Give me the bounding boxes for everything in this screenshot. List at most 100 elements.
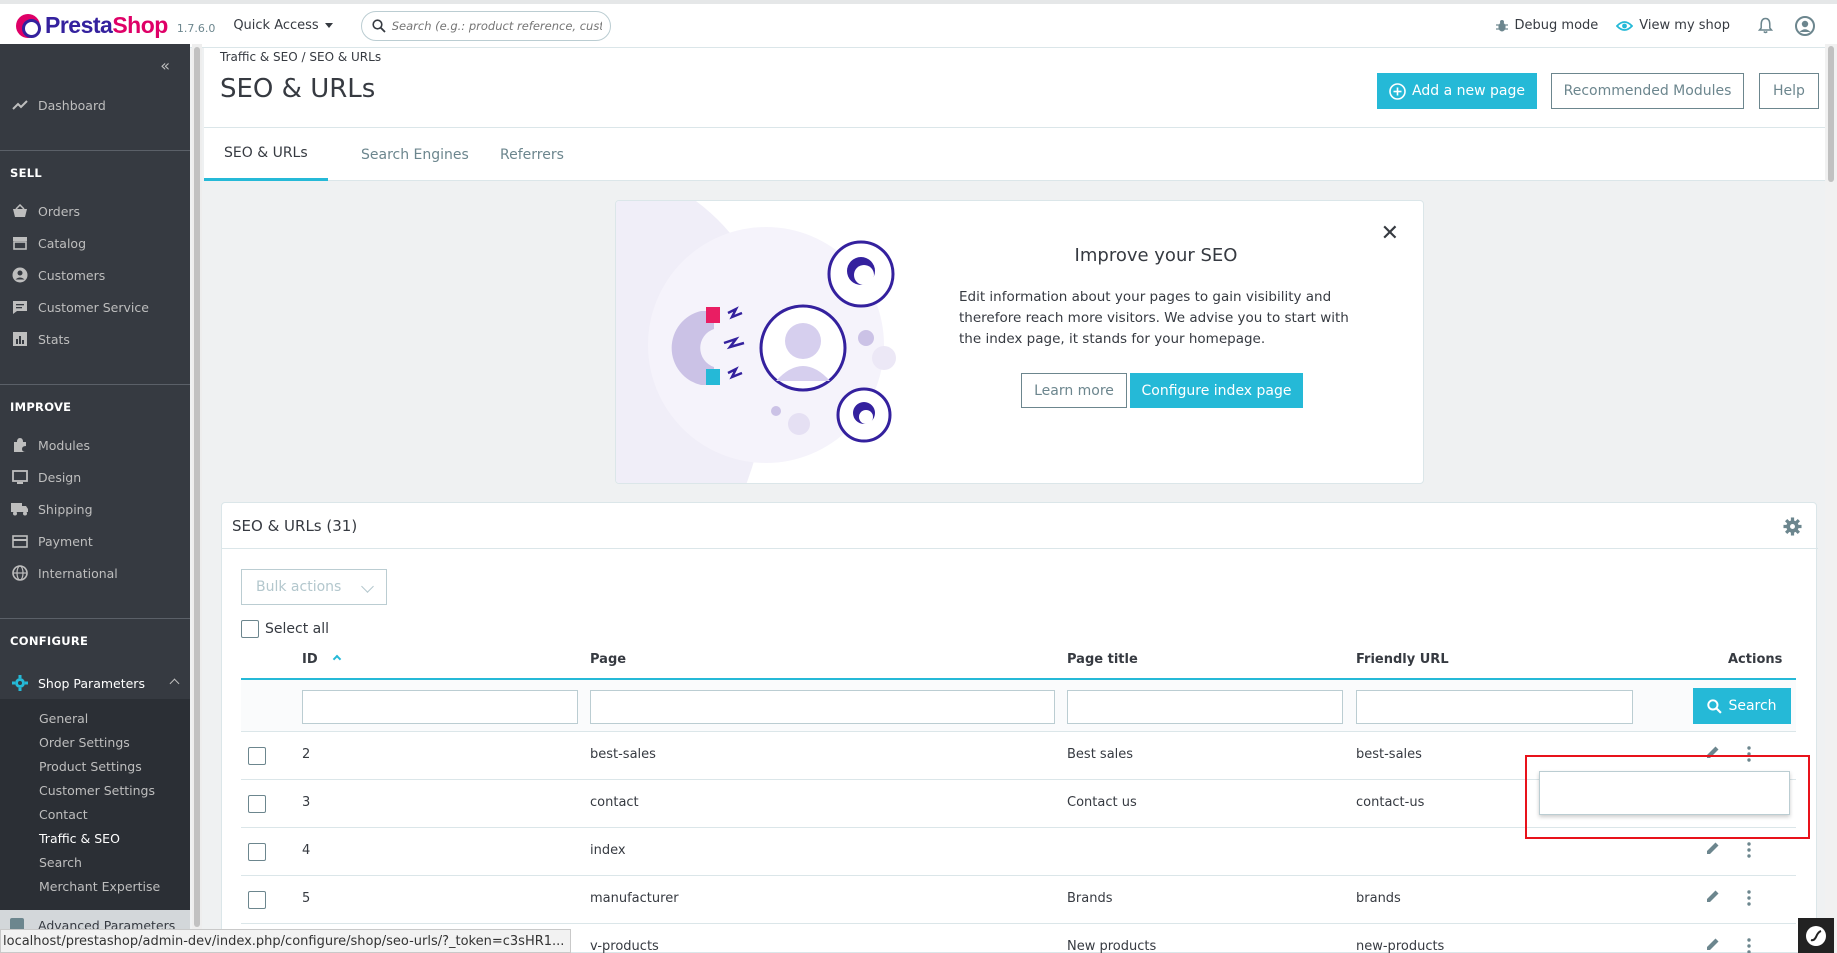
sidebar-item-dashboard[interactable]: Dashboard xyxy=(0,93,190,117)
notifications-button[interactable] xyxy=(1758,17,1773,34)
sidebar-section-sell: SELL xyxy=(10,166,42,180)
search-box[interactable] xyxy=(360,10,611,41)
sidebar-subitem-customer-settings[interactable]: Customer Settings xyxy=(39,783,155,798)
bar-chart-icon xyxy=(10,329,30,349)
bulk-actions-dropdown[interactable]: Bulk actions xyxy=(241,569,387,605)
gear-icon[interactable] xyxy=(1783,517,1802,540)
sidebar-subitem-contact[interactable]: Contact xyxy=(39,807,88,822)
chat-icon xyxy=(10,297,30,317)
cell-page: manufacturer xyxy=(590,891,679,906)
more-vertical-icon[interactable] xyxy=(1747,890,1751,910)
sidebar-item-catalog[interactable]: Catalog xyxy=(0,231,190,255)
bell-icon xyxy=(1758,17,1773,34)
panel-heading: SEO & URLs (31) xyxy=(222,503,1818,549)
sidebar-item-design[interactable]: Design xyxy=(0,465,190,489)
tab-search-engines[interactable]: Search Engines xyxy=(341,128,489,181)
add-new-page-button[interactable]: Add a new page xyxy=(1377,73,1537,109)
sidebar-item-label: Customer Service xyxy=(38,299,149,315)
page-scrollbar-thumb[interactable] xyxy=(1828,46,1834,182)
top-bar: PrestaShop 1.7.6.0 Quick Access Debug mo… xyxy=(0,0,1837,48)
sort-ascending-icon[interactable] xyxy=(332,654,342,664)
search-input[interactable] xyxy=(391,18,602,33)
row-checkbox[interactable] xyxy=(248,747,266,765)
quick-access-label: Quick Access xyxy=(233,18,319,33)
page-header: Traffic & SEO / SEO & URLs SEO & URLs Ad… xyxy=(204,48,1825,181)
filter-friendly-url-input[interactable] xyxy=(1356,690,1633,724)
sidebar-item-shop-parameters[interactable]: Shop Parameters xyxy=(0,667,190,699)
column-header-actions: Actions xyxy=(1728,652,1783,667)
more-vertical-icon[interactable] xyxy=(1747,842,1751,862)
cell-id: 5 xyxy=(302,891,311,906)
filter-page-input[interactable] xyxy=(590,690,1055,724)
cell-page: best-sales xyxy=(590,747,656,762)
sidebar-item-label: Customers xyxy=(38,267,106,283)
user-avatar-icon xyxy=(1795,15,1815,36)
filter-page-title-input[interactable] xyxy=(1067,690,1343,724)
sidebar-subitem-product-settings[interactable]: Product Settings xyxy=(39,759,142,774)
edit-icon[interactable] xyxy=(1705,840,1721,860)
sidebar-item-label: Payment xyxy=(38,533,93,549)
sidebar-item-payment[interactable]: Payment xyxy=(0,529,190,553)
sidebar-item-orders[interactable]: Orders xyxy=(0,199,190,223)
breadcrumb-current: SEO & URLs xyxy=(309,50,382,64)
view-shop-link[interactable]: View my shop xyxy=(1616,18,1730,33)
credit-card-icon xyxy=(10,531,30,551)
tab-seo-urls[interactable]: SEO & URLs xyxy=(204,128,328,181)
sidebar-item-label: Shipping xyxy=(38,501,93,517)
search-button[interactable]: Search xyxy=(1693,688,1791,724)
cell-page: index xyxy=(590,843,626,858)
more-vertical-icon[interactable] xyxy=(1747,938,1751,953)
row-checkbox[interactable] xyxy=(248,795,266,813)
column-header-id[interactable]: ID xyxy=(302,652,342,667)
help-button[interactable]: Help xyxy=(1759,73,1819,109)
sidebar-subitem-traffic-seo[interactable]: Traffic & SEO xyxy=(39,831,120,846)
select-all[interactable]: Select all xyxy=(241,620,329,638)
edit-icon[interactable] xyxy=(1705,888,1721,908)
sidebar-scrollbar-thumb[interactable] xyxy=(194,47,200,927)
sidebar-subitem-merchant-expertise[interactable]: Merchant Expertise xyxy=(39,879,160,894)
tab-referrers[interactable]: Referrers xyxy=(480,128,584,181)
collapse-sidebar-icon[interactable]: « xyxy=(160,56,170,75)
row-checkbox[interactable] xyxy=(248,891,266,909)
sidebar-item-stats[interactable]: Stats xyxy=(0,327,190,351)
configure-index-page-button[interactable]: Configure index page xyxy=(1130,373,1303,408)
bulk-actions-label: Bulk actions xyxy=(256,579,342,595)
debug-mode-link[interactable]: Debug mode xyxy=(1495,18,1598,33)
sidebar-item-customer-service[interactable]: Customer Service xyxy=(0,295,190,319)
prestashop-logo[interactable]: PrestaShop xyxy=(16,12,168,39)
account-circle-icon xyxy=(10,265,30,285)
row-checkbox[interactable] xyxy=(248,843,266,861)
sidebar-divider xyxy=(0,618,190,619)
trending-up-icon xyxy=(10,95,30,115)
sidebar-item-international[interactable]: International xyxy=(0,561,190,585)
gear-icon xyxy=(10,673,30,693)
sidebar-subitem-order-settings[interactable]: Order Settings xyxy=(39,735,130,750)
recommended-modules-button[interactable]: Recommended Modules xyxy=(1551,73,1744,109)
sidebar: « Dashboard SELL Orders Catalog Customer… xyxy=(0,44,190,953)
sidebar-item-label: Stats xyxy=(38,331,70,347)
symfony-toolbar-icon[interactable] xyxy=(1798,918,1834,953)
breadcrumb-parent[interactable]: Traffic & SEO xyxy=(220,50,298,64)
edit-icon[interactable] xyxy=(1705,936,1721,953)
select-all-checkbox[interactable] xyxy=(241,620,259,638)
page-scrollbar[interactable] xyxy=(1825,44,1837,953)
cell-page-title: Best sales xyxy=(1067,747,1134,762)
profile-button[interactable] xyxy=(1795,15,1815,36)
sidebar-item-customers[interactable]: Customers xyxy=(0,263,190,287)
select-all-label: Select all xyxy=(265,621,329,637)
sidebar-subitem-general[interactable]: General xyxy=(39,711,88,726)
quick-access-dropdown[interactable]: Quick Access xyxy=(233,18,333,33)
sidebar-subitem-search[interactable]: Search xyxy=(39,855,82,870)
filter-id-input[interactable] xyxy=(302,690,578,724)
logo-suffix: Shop xyxy=(112,12,168,38)
chevron-down-icon xyxy=(361,580,374,593)
add-new-page-label: Add a new page xyxy=(1412,83,1525,99)
cell-id: 4 xyxy=(302,843,311,858)
sidebar-item-shipping[interactable]: Shipping xyxy=(0,497,190,521)
sidebar-scrollbar[interactable] xyxy=(192,44,202,953)
table-row[interactable]: 5 manufacturer Brands brands xyxy=(241,876,1796,924)
sidebar-item-label: Orders xyxy=(38,203,81,219)
close-icon[interactable]: ✕ xyxy=(1381,221,1399,246)
learn-more-button[interactable]: Learn more xyxy=(1021,373,1127,408)
sidebar-item-modules[interactable]: Modules xyxy=(0,433,190,457)
